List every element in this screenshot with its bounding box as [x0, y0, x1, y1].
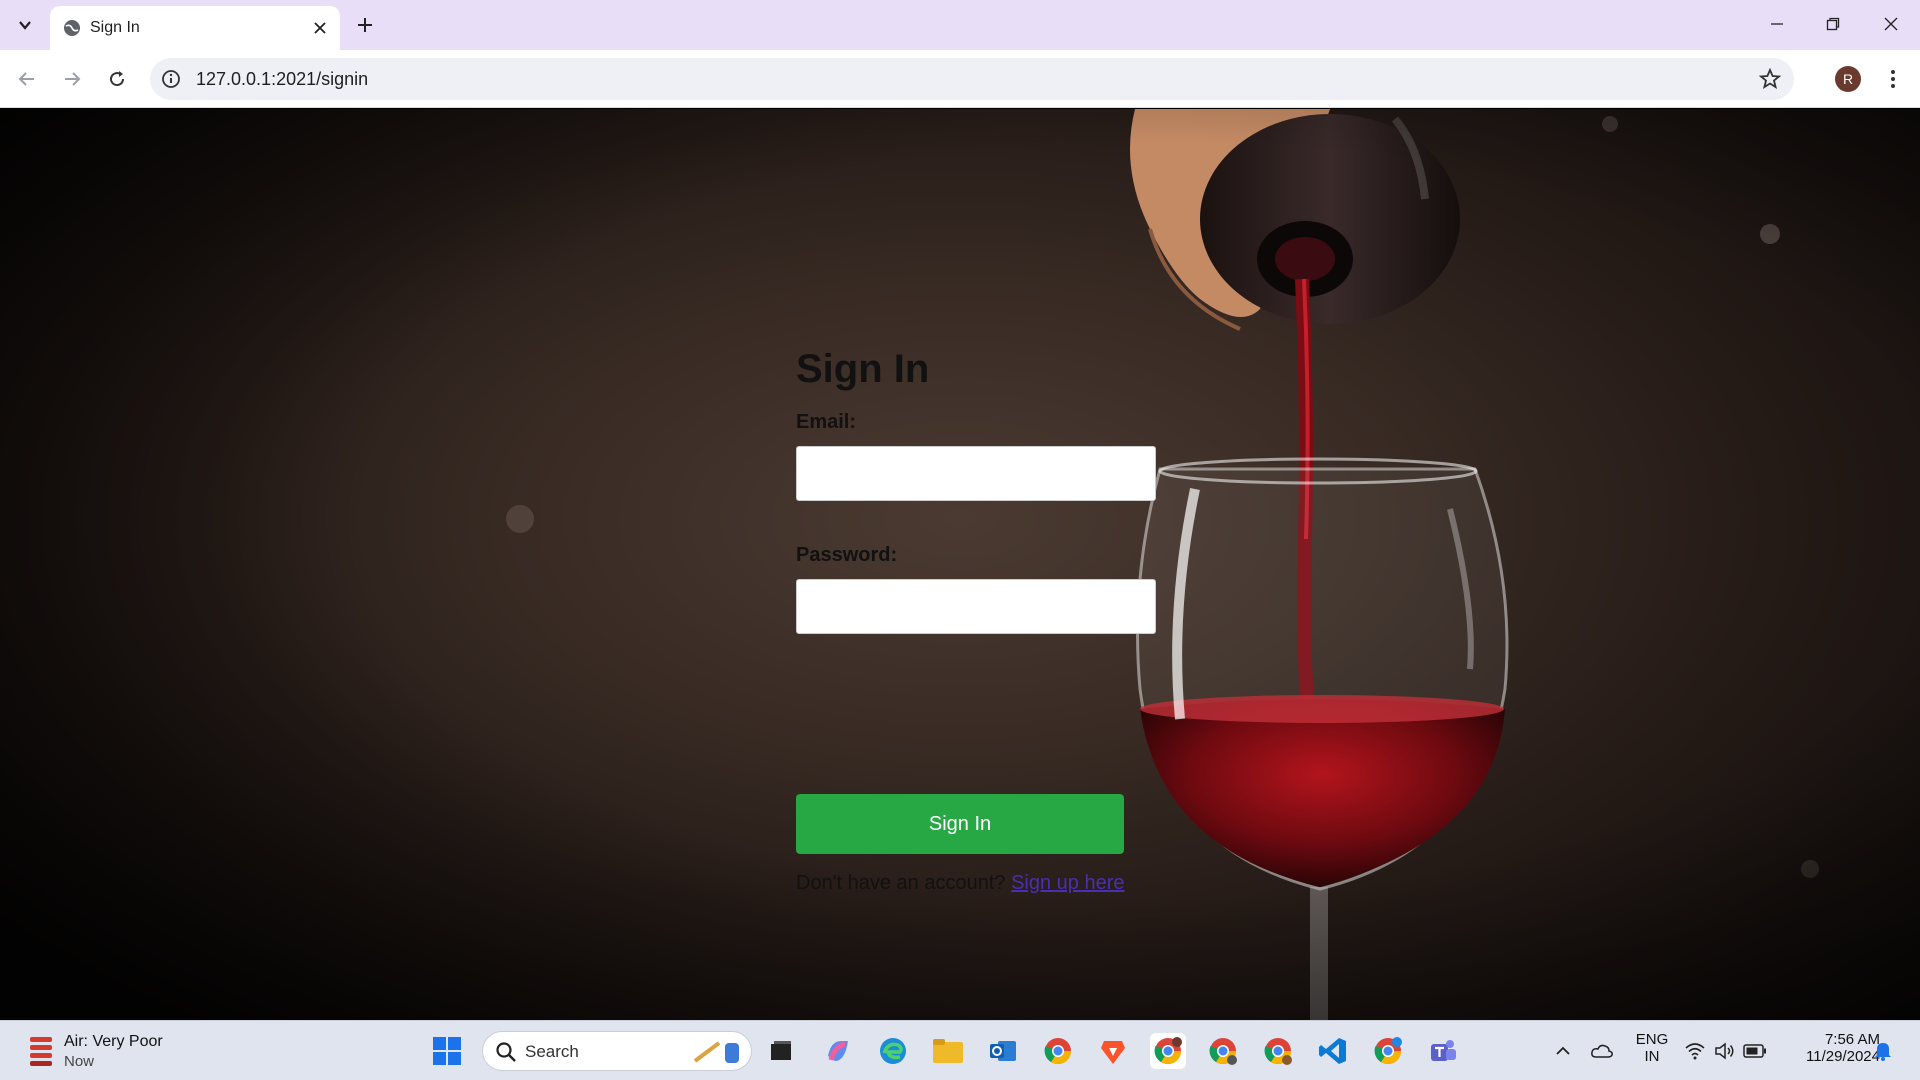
minimize-button[interactable] — [1752, 6, 1802, 42]
close-icon — [314, 22, 326, 34]
chrome-profile-3-icon[interactable] — [1260, 1033, 1296, 1069]
battery-glyph-icon — [1743, 1044, 1766, 1058]
windows-logo-icon — [433, 1037, 461, 1065]
language-code: ENG — [1635, 1031, 1669, 1048]
browser-menu-button[interactable] — [1880, 64, 1906, 94]
signin-button[interactable]: Sign In — [796, 794, 1124, 854]
chrome-glyph-icon — [1209, 1038, 1237, 1065]
close-icon — [1884, 17, 1898, 31]
speaker-icon — [1715, 1042, 1734, 1060]
arrow-left-icon — [18, 72, 34, 86]
restore-icon — [1826, 17, 1840, 31]
close-window-button[interactable] — [1866, 6, 1916, 42]
wifi-glyph-icon — [1685, 1043, 1705, 1060]
vscode-glyph-icon — [1319, 1038, 1346, 1064]
outlook-glyph-icon — [990, 1041, 1016, 1061]
profile-avatar[interactable]: R — [1835, 66, 1861, 92]
tab-title: Sign In — [90, 19, 140, 36]
tab-close-button[interactable] — [308, 16, 332, 40]
weather-title: Air: Very Poor — [64, 1033, 163, 1050]
signup-prompt: Don't have an account? Sign up here — [796, 872, 1125, 895]
chrome-profile-r-icon[interactable] — [1150, 1033, 1186, 1069]
language-indicator[interactable]: ENG IN — [1630, 1031, 1674, 1065]
weather-subtitle: Now — [64, 1053, 95, 1070]
brave-icon[interactable] — [1095, 1033, 1131, 1069]
search-highlight-icon — [693, 1041, 739, 1063]
signup-prompt-text: Don't have an account? — [796, 872, 1012, 894]
chrome-glyph-icon — [1154, 1037, 1182, 1065]
chrome-profile-k-icon[interactable] — [1370, 1033, 1406, 1069]
chrome-icon[interactable] — [1040, 1033, 1076, 1069]
volume-icon[interactable] — [1710, 1033, 1740, 1069]
taskbar-search[interactable]: Search — [482, 1031, 752, 1071]
show-hidden-icons-button[interactable] — [1545, 1033, 1581, 1069]
clock[interactable]: 7:56 AM 11/29/2024 — [1782, 1031, 1880, 1065]
file-explorer-icon[interactable] — [930, 1033, 966, 1069]
page-viewport: Sign In Email: Password: Sign In Don't h… — [0, 109, 1920, 1020]
plus-icon — [358, 18, 372, 32]
notifications-icon[interactable] — [1868, 1033, 1898, 1069]
globe-icon — [64, 20, 80, 36]
page-title: Sign In — [796, 347, 930, 391]
browser-tabbar: Sign In — [0, 0, 1920, 50]
search-icon — [496, 1042, 516, 1062]
site-info-icon[interactable] — [160, 68, 182, 90]
wifi-icon[interactable] — [1680, 1033, 1710, 1069]
chrome-profile-2-icon[interactable] — [1205, 1033, 1241, 1069]
battery-icon[interactable] — [1740, 1033, 1770, 1069]
url-text[interactable]: 127.0.0.1:2021/signin — [196, 69, 368, 90]
tab-signin[interactable]: Sign In — [50, 6, 340, 50]
chevron-up-icon — [1556, 1046, 1570, 1055]
bookmark-star-icon[interactable] — [1758, 67, 1782, 91]
email-label: Email: — [796, 411, 857, 433]
clock-date: 11/29/2024 — [1806, 1048, 1880, 1065]
chevron-down-icon — [19, 21, 31, 30]
outlook-icon[interactable] — [985, 1033, 1021, 1069]
chrome-glyph-icon — [1044, 1038, 1072, 1065]
arrow-right-icon — [65, 72, 81, 86]
password-field[interactable] — [796, 579, 1156, 634]
minimize-icon — [1771, 23, 1783, 25]
folder-icon — [933, 1039, 963, 1063]
back-button[interactable] — [10, 62, 44, 96]
restore-button[interactable] — [1808, 6, 1858, 42]
more-vertical-icon — [1891, 70, 1895, 88]
copilot-icon[interactable] — [820, 1033, 856, 1069]
reload-icon — [110, 71, 125, 87]
region-code: IN — [1644, 1048, 1660, 1065]
onedrive-icon[interactable] — [1584, 1033, 1620, 1069]
address-bar[interactable]: 127.0.0.1:2021/signin — [150, 58, 1794, 100]
task-view-glyph-icon — [771, 1041, 791, 1060]
forward-button[interactable] — [55, 62, 89, 96]
tab-search-button[interactable] — [9, 10, 41, 40]
browser-toolbar: 127.0.0.1:2021/signin — [0, 50, 1920, 108]
brave-glyph-icon — [1101, 1041, 1125, 1064]
edge-glyph-icon — [880, 1038, 906, 1064]
clock-time: 7:56 AM — [1824, 1031, 1880, 1048]
password-label: Password: — [796, 544, 898, 566]
signup-link[interactable]: Sign up here — [1011, 872, 1124, 894]
chrome-glyph-icon — [1374, 1037, 1402, 1065]
air-quality-icon — [30, 1037, 52, 1066]
chrome-glyph-icon — [1264, 1038, 1292, 1065]
edge-icon[interactable] — [875, 1033, 911, 1069]
task-view-icon[interactable] — [763, 1033, 799, 1069]
start-button[interactable] — [429, 1033, 465, 1069]
cloud-icon — [1591, 1044, 1613, 1058]
windows-taskbar: Air: Very Poor Now Search ENG IN 7:56 AM… — [0, 1020, 1920, 1080]
reload-button[interactable] — [100, 62, 134, 96]
email-field[interactable] — [796, 446, 1156, 501]
search-placeholder: Search — [525, 1042, 579, 1061]
bell-icon — [1875, 1043, 1891, 1061]
new-tab-button[interactable] — [350, 10, 380, 40]
teams-icon[interactable] — [1425, 1033, 1461, 1069]
vscode-icon[interactable] — [1315, 1033, 1351, 1069]
teams-glyph-icon — [1431, 1040, 1456, 1061]
copilot-glyph-icon — [828, 1041, 848, 1061]
